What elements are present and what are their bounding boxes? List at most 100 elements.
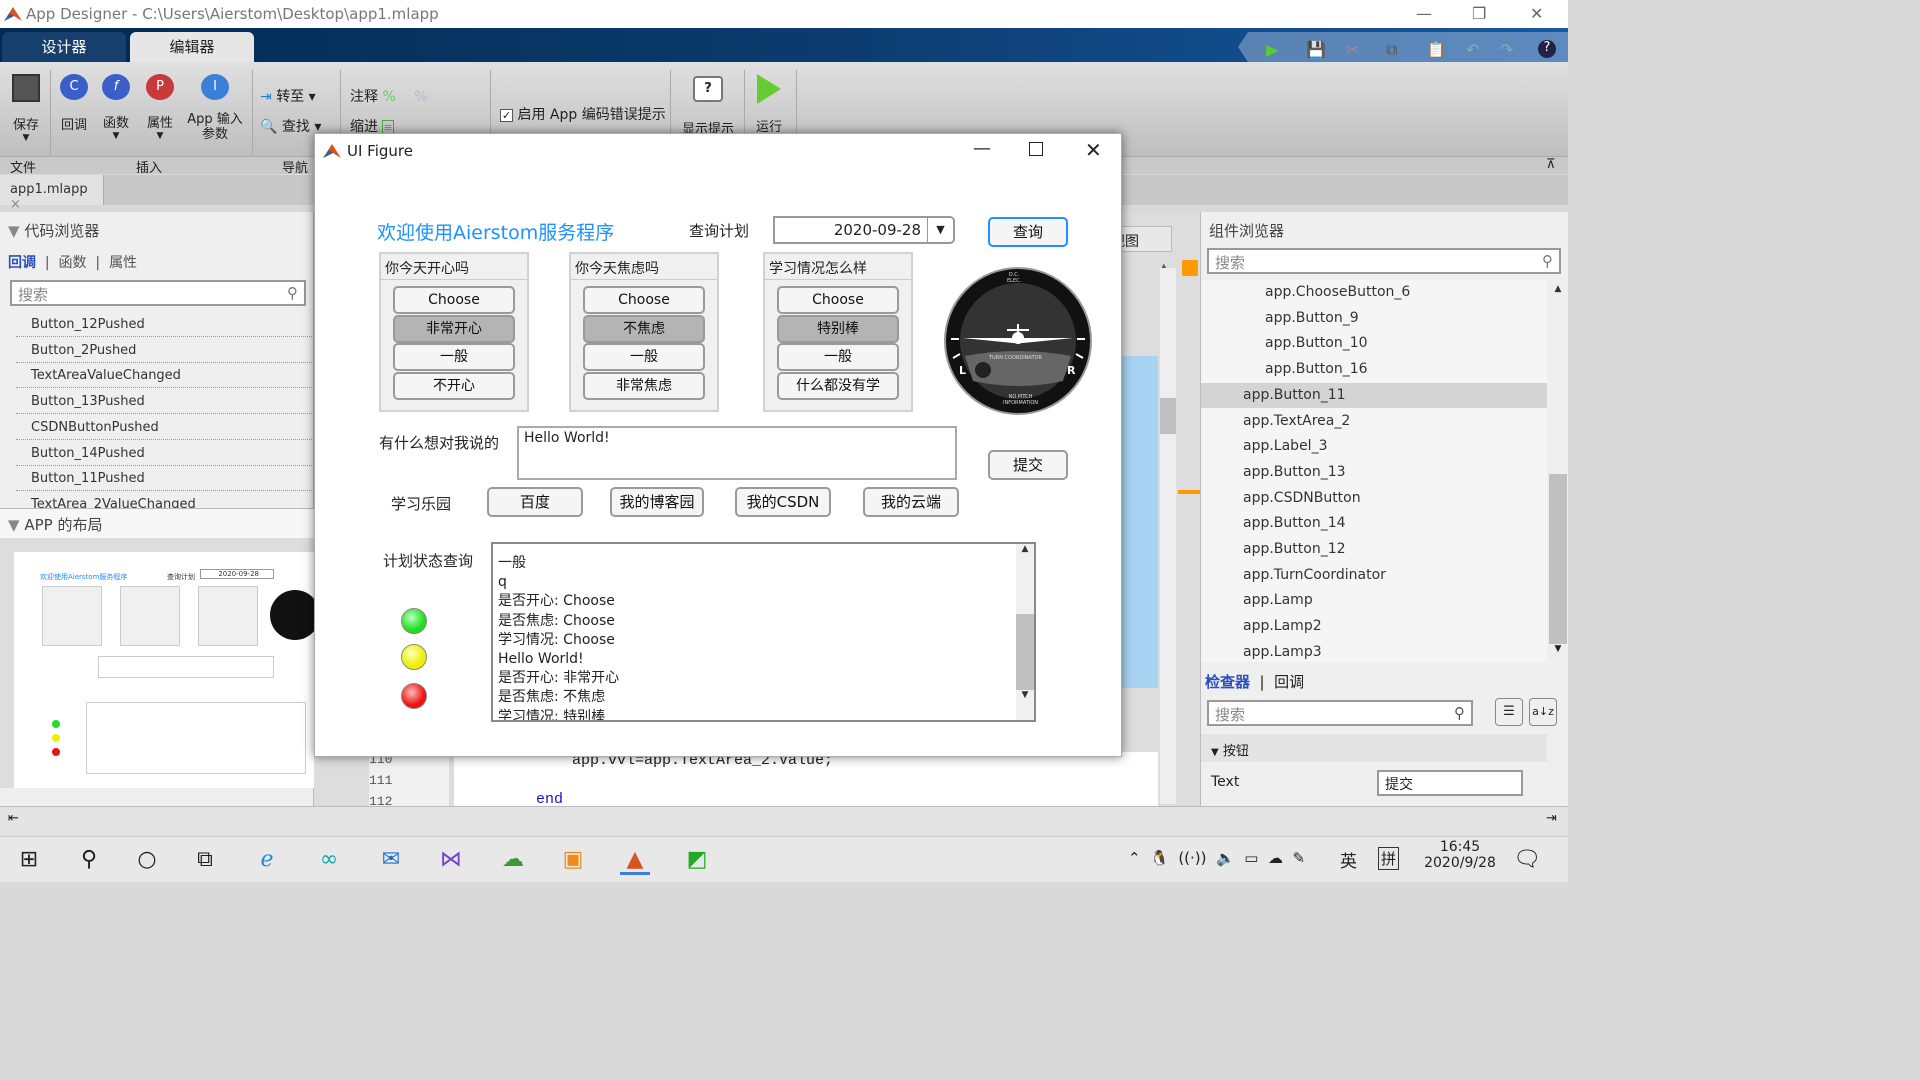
close-button[interactable]: ✕ <box>1530 4 1543 23</box>
component-tree-item[interactable]: app.Lamp2 <box>1201 614 1547 640</box>
tree-scrollbar[interactable]: ▲ ▼ <box>1549 284 1567 662</box>
edge-browser-icon[interactable]: ℯ <box>252 845 282 875</box>
choice-button[interactable]: 特别棒 <box>777 314 899 343</box>
scroll-right-icon[interactable]: ⇥ <box>1546 811 1557 826</box>
paste-icon[interactable]: 📋 <box>1426 40 1446 59</box>
visual-studio-icon[interactable]: ⋈ <box>436 845 466 875</box>
scroll-up-icon[interactable]: ▲ <box>1016 544 1034 554</box>
choice-button[interactable]: Choose <box>393 286 515 314</box>
save-icon[interactable]: 💾 <box>1306 40 1326 59</box>
close-tab-icon[interactable]: × <box>10 197 21 212</box>
layout-thumbnail[interactable]: 欢迎使用Aierstom服务程序 查询计划 2020-09-28 <box>14 552 320 788</box>
ime-english[interactable]: 英 <box>1340 847 1357 872</box>
redo-icon[interactable]: ↷ <box>1500 40 1513 59</box>
link-blog-button[interactable]: 我的博客园 <box>610 487 704 517</box>
tab-inspector[interactable]: 检查器 <box>1205 673 1250 691</box>
function-button[interactable]: f 函数 ▼ <box>98 74 134 141</box>
goto-button[interactable]: ⇥ 转至 ▾ <box>260 86 316 106</box>
collapse-ribbon-icon[interactable]: ⊼ <box>1546 157 1556 172</box>
tray-icons[interactable]: ⌃ 🐧 ((·)) 🔈 ▭ ☁ ✎ <box>1128 849 1305 867</box>
log-scrollbar[interactable]: ▲ ▼ <box>1016 544 1034 720</box>
task-view-icon[interactable]: ⧉ <box>190 845 220 875</box>
enable-lint-checkbox[interactable]: ✓ 启用 App 编码错误提示 <box>500 104 666 124</box>
code-lines[interactable]: app.vvl=app.TextArea_2.Value; end <box>454 752 1158 810</box>
scroll-left-icon[interactable]: ⇤ <box>8 811 19 826</box>
cut-icon[interactable]: ✂ <box>1346 40 1359 59</box>
code-search-input[interactable]: 搜索 ⚲ <box>10 280 306 306</box>
component-tree-item[interactable]: app.CSDNButton <box>1201 486 1547 512</box>
arduino-icon[interactable]: ∞ <box>314 845 344 875</box>
restore-button[interactable]: ❐ <box>1472 4 1486 23</box>
log-textarea[interactable]: 一般 q 是否开心: Choose 是否焦虑: Choose 学习情况: Choose H… <box>491 542 1036 722</box>
inspector-scrollbar[interactable] <box>1549 732 1567 802</box>
link-baidu-button[interactable]: 百度 <box>487 487 583 517</box>
ime-pinyin[interactable]: 拼 <box>1378 847 1400 870</box>
tab-designer[interactable]: 设计器 <box>2 32 126 62</box>
tab-callbacks-right[interactable]: 回调 <box>1274 673 1304 691</box>
section-header-button[interactable]: ▼ 按钮 <box>1201 734 1547 762</box>
message-textarea[interactable]: Hello World! <box>517 426 957 480</box>
component-tree-item[interactable]: app.Button_10 <box>1201 331 1547 357</box>
choice-button[interactable]: Choose <box>583 286 705 314</box>
component-tree-item[interactable]: app.Lamp <box>1201 588 1547 614</box>
component-tree-item[interactable]: app.Lamp3 <box>1201 640 1547 662</box>
choice-button[interactable]: 一般 <box>393 343 515 371</box>
component-tree-item[interactable]: app.Label_3 <box>1201 434 1547 460</box>
cloud-app-icon[interactable]: ☁ <box>498 845 528 875</box>
clock[interactable]: 16:45 2020/9/28 <box>1418 839 1502 871</box>
uncomment-icon[interactable]: % <box>414 89 427 105</box>
editor-scrollbar[interactable] <box>1160 268 1176 804</box>
scroll-thumb[interactable] <box>1160 398 1176 434</box>
code-browser-header[interactable]: ▼ 代码浏览器 <box>8 220 99 241</box>
file-tab[interactable]: app1.mlapp × <box>0 175 104 212</box>
run-button[interactable]: 运行 <box>750 74 788 135</box>
matlab-taskbar-icon[interactable]: ▲ <box>620 845 650 875</box>
figure-close-button[interactable]: ✕ <box>1085 138 1102 162</box>
choice-button[interactable]: 不焦虑 <box>583 314 705 343</box>
find-button[interactable]: 🔍 查找 ▾ <box>260 116 321 136</box>
figure-maximize-button[interactable] <box>1029 142 1043 156</box>
minimize-button[interactable]: — <box>1416 4 1432 23</box>
choice-button[interactable]: 一般 <box>777 343 899 371</box>
choice-button[interactable]: 非常开心 <box>393 314 515 343</box>
save-button[interactable]: 保存 ▼ <box>8 74 44 143</box>
prop-text-input[interactable]: 提交 <box>1377 770 1523 796</box>
copy-icon[interactable]: ⧉ <box>1386 40 1397 60</box>
sort-az-icon[interactable]: a↓z <box>1529 698 1557 726</box>
choice-button[interactable]: 什么都没有学 <box>777 371 899 400</box>
component-tree-item[interactable]: app.Button_9 <box>1201 306 1547 332</box>
component-tree-item[interactable]: app.Button_11 <box>1201 382 1547 409</box>
cortana-icon[interactable]: ○ <box>132 845 162 875</box>
query-button[interactable]: 查询 <box>988 217 1068 247</box>
scroll-thumb[interactable] <box>1549 474 1567 644</box>
component-tree-item[interactable]: app.Button_16 <box>1201 357 1547 383</box>
notification-icon[interactable]: 🗨 <box>1512 845 1542 875</box>
tab-editor[interactable]: 编辑器 <box>130 32 254 62</box>
inspector-search-input[interactable]: 搜索 ⚲ <box>1207 700 1473 726</box>
choice-button[interactable]: Choose <box>777 286 899 314</box>
date-picker[interactable]: 2020-09-28 ▼ <box>773 216 955 244</box>
tab-callbacks[interactable]: 回调 <box>8 255 36 271</box>
tab-properties[interactable]: 属性 <box>109 255 137 271</box>
figure-minimize-button[interactable]: — <box>973 138 991 159</box>
choice-button[interactable]: 一般 <box>583 343 705 371</box>
mail-icon[interactable]: ✉ <box>376 845 406 875</box>
component-tree-item[interactable]: app.ChooseButton_6 <box>1201 280 1547 306</box>
warning-marker[interactable] <box>1178 490 1200 494</box>
component-search-input[interactable]: 搜索 ⚲ <box>1207 248 1561 274</box>
callback-list-item[interactable]: CSDNButtonPushed <box>16 415 312 440</box>
callback-list-item[interactable]: Button_14Pushed <box>16 441 312 466</box>
callback-list-item[interactable]: TextAreaValueChanged <box>16 363 312 389</box>
show-tips-button[interactable]: ? 显示提示 <box>678 76 738 137</box>
link-csdn-button[interactable]: 我的CSDN <box>735 487 831 517</box>
choice-button[interactable]: 不开心 <box>393 371 515 400</box>
callback-button[interactable]: C 回调 <box>56 74 92 133</box>
link-cloud-button[interactable]: 我的云端 <box>863 487 959 517</box>
component-tree-item[interactable]: app.TextArea_2 <box>1201 409 1547 435</box>
callback-list-item[interactable]: Button_12Pushed <box>16 312 312 337</box>
app-window-icon[interactable]: ▣ <box>558 845 588 875</box>
component-tree-item[interactable]: app.Button_13 <box>1201 460 1547 486</box>
windows-start-icon[interactable]: ⊞ <box>14 845 44 875</box>
scroll-down-icon[interactable]: ▼ <box>1016 690 1034 700</box>
submit-button[interactable]: 提交 <box>988 450 1068 480</box>
